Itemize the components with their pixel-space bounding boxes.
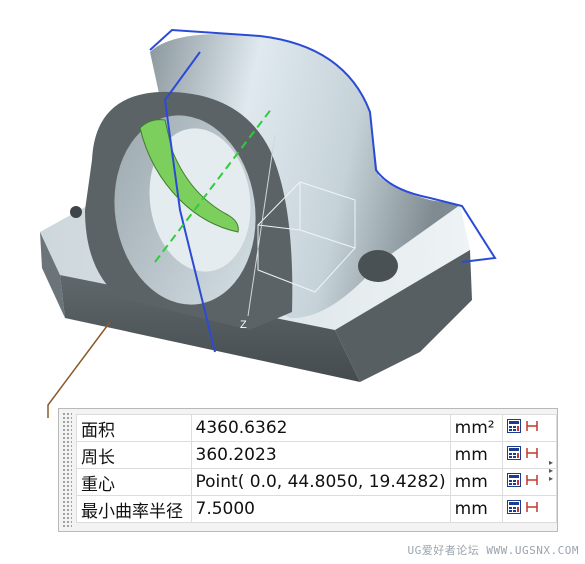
row-label: 重心 [76, 468, 192, 496]
row-value[interactable]: 7.5000 [190, 495, 451, 523]
measure-result-panel[interactable]: 面积 4360.6362 mm² 周长 360.2023 mm 重心 Point… [58, 408, 558, 532]
row-label: 周长 [76, 441, 192, 469]
dimension-icon[interactable] [525, 499, 539, 519]
row-label: 最小曲率半径 [76, 495, 192, 523]
row-unit: mm [449, 495, 504, 523]
measure-row-min-radius: 最小曲率半径 7.5000 mm [76, 495, 557, 523]
dimension-icon[interactable] [525, 418, 539, 438]
z-axis-label: Z [240, 319, 247, 331]
measure-row-area: 面积 4360.6362 mm² [76, 414, 557, 442]
measure-row-centroid: 重心 Point( 0.0, 44.8050, 19.4282) mm [76, 468, 557, 496]
measure-row-perimeter: 周长 360.2023 mm [76, 441, 557, 469]
calculator-icon[interactable] [507, 472, 522, 492]
row-value[interactable]: 4360.6362 [190, 414, 451, 442]
dimension-icon[interactable] [525, 445, 539, 465]
expand-arrow-icon[interactable]: ▸ ▸ ▸ [549, 459, 553, 483]
row-value[interactable]: Point( 0.0, 44.8050, 19.4282) [190, 468, 451, 496]
watermark-text: UG爱好者论坛 WWW.UGSNX.COM [407, 544, 579, 557]
calculator-icon[interactable] [507, 445, 522, 465]
mount-hole-left[interactable] [70, 206, 82, 218]
row-label: 面积 [76, 414, 192, 442]
dimension-icon[interactable] [525, 472, 539, 492]
panel-drag-handle[interactable] [62, 412, 72, 528]
leader-line [47, 321, 111, 418]
calculator-icon[interactable] [507, 499, 522, 519]
row-unit: mm² [449, 414, 504, 442]
mount-hole-right[interactable] [358, 250, 398, 282]
row-unit: mm [449, 468, 504, 496]
calculator-icon[interactable] [507, 418, 522, 438]
row-value[interactable]: 360.2023 [190, 441, 451, 469]
measure-table: 面积 4360.6362 mm² 周长 360.2023 mm 重心 Point… [76, 414, 557, 523]
row-unit: mm [449, 441, 504, 469]
part-model[interactable]: Z [40, 28, 497, 418]
